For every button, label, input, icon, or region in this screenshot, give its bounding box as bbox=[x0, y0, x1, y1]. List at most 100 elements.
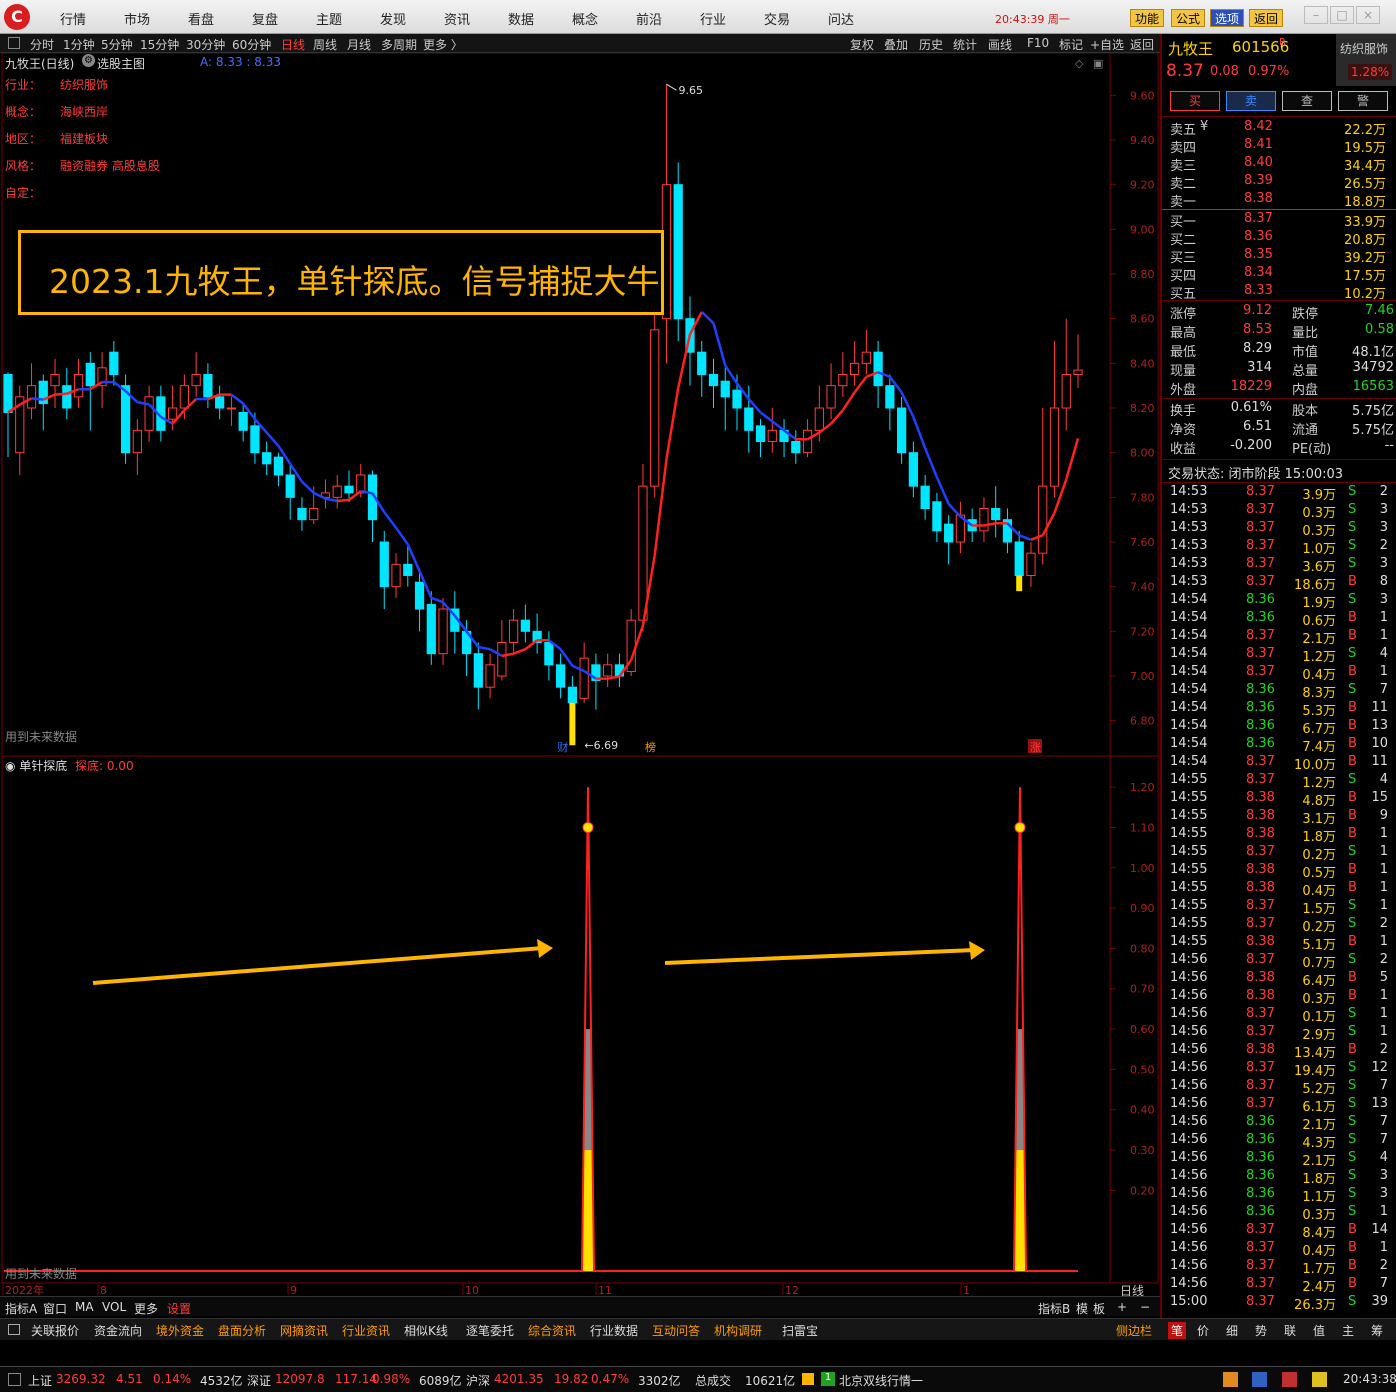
signal-icon[interactable] bbox=[801, 1372, 815, 1386]
menu-item-10[interactable]: 行业 bbox=[700, 9, 726, 28]
right-tab-7[interactable]: 筹 bbox=[1371, 1322, 1383, 1339]
nav-tab-3[interactable]: 盘面分析 bbox=[218, 1322, 266, 1339]
nav-tab-4[interactable]: 网摘资讯 bbox=[280, 1322, 328, 1339]
nav-tab-0[interactable]: 关联报价 bbox=[31, 1322, 79, 1339]
top-button-1[interactable]: 公式 bbox=[1171, 9, 1206, 27]
indicator-ctrl-3[interactable]: + bbox=[1117, 1300, 1127, 1314]
trade-button-3[interactable]: 警 bbox=[1338, 91, 1388, 111]
maximize-icon[interactable]: □ bbox=[1330, 6, 1354, 24]
period-tab-8[interactable]: 月线 bbox=[347, 36, 371, 53]
period-tab-3[interactable]: 15分钟 bbox=[140, 36, 179, 53]
period-tab-1[interactable]: 1分钟 bbox=[63, 36, 95, 53]
menu-item-8[interactable]: 概念 bbox=[572, 9, 598, 28]
nav-tab-11[interactable]: 机构调研 bbox=[714, 1322, 762, 1339]
info-value-2[interactable]: 福建板块 bbox=[60, 130, 108, 147]
menu-item-0[interactable]: 行情 bbox=[60, 9, 86, 28]
line-one-icon[interactable]: 1 bbox=[821, 1372, 835, 1386]
ind-tick-1: 1.10 bbox=[1130, 821, 1155, 834]
right-tab-5[interactable]: 值 bbox=[1313, 1322, 1325, 1339]
index-0-n[interactable]: 上证 bbox=[28, 1372, 52, 1389]
tool-8[interactable]: 返回 bbox=[1130, 36, 1154, 53]
menu-item-5[interactable]: 发现 bbox=[380, 9, 406, 28]
menu-item-12[interactable]: 问达 bbox=[828, 9, 854, 28]
news-icon[interactable] bbox=[1223, 1372, 1238, 1387]
tool-0[interactable]: 复权 bbox=[850, 36, 874, 53]
top-button-2[interactable]: 选项 bbox=[1210, 9, 1245, 27]
nav-menu-icon[interactable] bbox=[8, 1324, 20, 1335]
nav-tab-8[interactable]: 综合资讯 bbox=[528, 1322, 576, 1339]
tool-5[interactable]: F10 bbox=[1027, 36, 1049, 50]
menu-item-7[interactable]: 数据 bbox=[508, 9, 534, 28]
indicator-ctrl-4[interactable]: − bbox=[1140, 1300, 1150, 1314]
nav-tab-9[interactable]: 行业数据 bbox=[590, 1322, 638, 1339]
right-tab-3[interactable]: 势 bbox=[1255, 1322, 1267, 1339]
menu-item-9[interactable]: 前沿 bbox=[636, 9, 662, 28]
indicator-tab-0[interactable]: 指标A bbox=[5, 1300, 37, 1317]
period-menu-icon[interactable] bbox=[8, 37, 20, 49]
menu-item-2[interactable]: 看盘 bbox=[188, 9, 214, 28]
sidebar-button[interactable]: 侧边栏 bbox=[1116, 1322, 1152, 1339]
indicator-tab-2[interactable]: MA bbox=[75, 1300, 94, 1314]
period-tab-9[interactable]: 多周期 bbox=[381, 36, 417, 53]
period-tab-4[interactable]: 30分钟 bbox=[186, 36, 225, 53]
tick-price-23: 8.37 bbox=[1246, 898, 1275, 913]
tool-4[interactable]: 画线 bbox=[988, 36, 1012, 53]
status-menu-icon[interactable] bbox=[8, 1373, 21, 1386]
nav-tab-10[interactable]: 互动问答 bbox=[652, 1322, 700, 1339]
period-tab-7[interactable]: 周线 bbox=[313, 36, 337, 53]
indicator-tab-3[interactable]: VOL bbox=[102, 1300, 126, 1314]
trade-button-2[interactable]: 查 bbox=[1282, 91, 1332, 111]
menu-item-4[interactable]: 主题 bbox=[316, 9, 342, 28]
tool-6[interactable]: 标记 bbox=[1059, 36, 1083, 53]
menu-item-1[interactable]: 市场 bbox=[124, 9, 150, 28]
indicator-tab-4[interactable]: 更多 bbox=[134, 1300, 158, 1317]
right-tab-0[interactable]: 笔 bbox=[1168, 1322, 1187, 1339]
tool-2[interactable]: 历史 bbox=[919, 36, 943, 53]
nav-tab-12[interactable]: 扫雷宝 bbox=[782, 1322, 818, 1339]
trade-button-0[interactable]: 买 bbox=[1170, 91, 1220, 111]
indicator-ctrl-2[interactable]: 板 bbox=[1093, 1300, 1105, 1317]
right-tab-1[interactable]: 价 bbox=[1197, 1322, 1209, 1339]
flash-icon[interactable] bbox=[1312, 1372, 1327, 1387]
nav-tab-1[interactable]: 资金流向 bbox=[94, 1322, 142, 1339]
menu-item-6[interactable]: 资讯 bbox=[444, 9, 470, 28]
app-logo-icon[interactable]: C bbox=[4, 4, 30, 30]
menu-item-11[interactable]: 交易 bbox=[764, 9, 790, 28]
tool-7[interactable]: +自选 bbox=[1090, 36, 1124, 53]
nav-tab-5[interactable]: 行业资讯 bbox=[342, 1322, 390, 1339]
info-value-0[interactable]: 纺织服饰 bbox=[60, 76, 108, 93]
minimize-icon[interactable]: – bbox=[1304, 6, 1328, 24]
book-icon[interactable] bbox=[1282, 1372, 1297, 1387]
right-tab-4[interactable]: 联 bbox=[1284, 1322, 1296, 1339]
candle-body-41 bbox=[485, 664, 495, 688]
index-1-n[interactable]: 深证 bbox=[247, 1372, 271, 1389]
menu-item-3[interactable]: 复盘 bbox=[252, 9, 278, 28]
tool-1[interactable]: 叠加 bbox=[884, 36, 908, 53]
top-button-0[interactable]: 功能 bbox=[1130, 9, 1165, 27]
stat-label-1-0: 最高 bbox=[1170, 326, 1197, 341]
indicator-tab-5[interactable]: 设置 bbox=[167, 1300, 191, 1317]
right-tab-2[interactable]: 细 bbox=[1226, 1322, 1238, 1339]
period-tab-5[interactable]: 60分钟 bbox=[232, 36, 271, 53]
period-tab-10[interactable]: 更多 〉 bbox=[423, 36, 463, 53]
period-tab-6[interactable]: 日线 bbox=[281, 36, 305, 53]
period-tab-0[interactable]: 分时 bbox=[30, 36, 54, 53]
chart-icon[interactable] bbox=[1252, 1372, 1267, 1387]
period-tab-2[interactable]: 5分钟 bbox=[101, 36, 133, 53]
nav-tab-6[interactable]: 相似K线 bbox=[404, 1322, 448, 1339]
trade-button-1[interactable]: 卖 bbox=[1226, 91, 1276, 111]
top-button-3[interactable]: 返回 bbox=[1249, 9, 1284, 27]
settings-icon[interactable]: ⚙ bbox=[82, 54, 95, 67]
index-2-n[interactable]: 沪深 bbox=[466, 1372, 490, 1389]
right-tab-6[interactable]: 主 bbox=[1342, 1322, 1354, 1339]
tool-3[interactable]: 统计 bbox=[953, 36, 977, 53]
indicator-ctrl-0[interactable]: 指标B bbox=[1038, 1300, 1070, 1317]
indicator-ctrl-1[interactable]: 模 bbox=[1076, 1300, 1088, 1317]
nav-tab-7[interactable]: 逐笔委托 bbox=[466, 1322, 514, 1339]
info-value-3[interactable]: 融资融券 高股息股 bbox=[60, 157, 160, 174]
indicator-tab-1[interactable]: 窗口 bbox=[43, 1300, 67, 1317]
close-icon[interactable]: × bbox=[1356, 6, 1380, 24]
nav-tab-2[interactable]: 境外资金 bbox=[156, 1322, 204, 1339]
chart-subtitle[interactable]: 选股主图 bbox=[97, 55, 145, 72]
info-value-1[interactable]: 海峡西岸 bbox=[60, 103, 108, 120]
